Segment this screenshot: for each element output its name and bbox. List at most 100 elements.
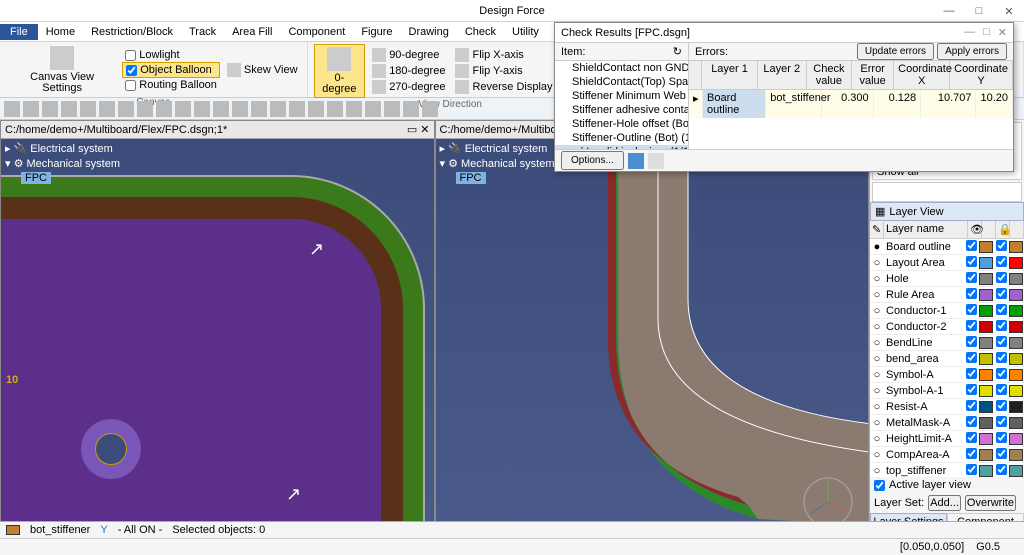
rot-icon [372, 80, 386, 94]
90-degree-button[interactable]: 90-degree [369, 47, 448, 63]
menu-figure[interactable]: Figure [353, 24, 400, 40]
tool-icon[interactable] [23, 101, 39, 117]
tool-icon[interactable] [99, 101, 115, 117]
tool-icon[interactable] [175, 101, 191, 117]
tool-icon[interactable] [422, 101, 438, 117]
layer-row[interactable]: ○Resist-A [870, 399, 1024, 415]
layer-row[interactable]: ○Symbol-A [870, 367, 1024, 383]
180-degree-button[interactable]: 180-degree [369, 63, 448, 79]
layer-swatch[interactable] [6, 525, 20, 535]
layer-row[interactable]: ○Conductor-2 [870, 319, 1024, 335]
routing-balloon-button[interactable]: Routing Balloon [122, 78, 220, 92]
overwrite-button[interactable]: Overwrite [965, 495, 1016, 511]
tree-fpc[interactable]: FPC [21, 172, 51, 184]
tool-icon[interactable] [327, 101, 343, 117]
eye-icon: 👁 [968, 221, 982, 238]
tool-icon[interactable] [403, 101, 419, 117]
menu-areafill[interactable]: Area Fill [224, 24, 280, 40]
rev-icon [455, 80, 469, 94]
menu-file[interactable]: File [0, 24, 38, 40]
layer-row[interactable]: ○top_stiffener [870, 463, 1024, 477]
apply-errors-button[interactable]: Apply errors [937, 43, 1007, 60]
layer-row[interactable]: ○HeightLimit-A [870, 431, 1024, 447]
layer-row[interactable]: ○bend_area [870, 351, 1024, 367]
tool-icon[interactable] [4, 101, 20, 117]
layer-toggle-icon[interactable] [648, 153, 664, 169]
viewport-left: C:/home/demo+/Multiboard/Flex/FPC.dsgn;1… [0, 120, 435, 543]
maximize-icon[interactable]: □ [983, 26, 990, 39]
app-title: Design Force [479, 5, 544, 17]
y-indicator: Y [100, 524, 107, 536]
0-degree-button[interactable]: 0-degree [314, 44, 366, 98]
layer-row[interactable]: ○BendLine [870, 335, 1024, 351]
layer-row[interactable]: ○Conductor-1 [870, 303, 1024, 319]
deg0-icon [327, 47, 351, 71]
tool-icon[interactable] [384, 101, 400, 117]
layer-row[interactable]: ○CompArea-A [870, 447, 1024, 463]
error-row[interactable]: ▸Board outlinebot_stiffener0.3000.12810.… [689, 90, 1013, 118]
layer-row[interactable]: ○Symbol-A-1 [870, 383, 1024, 399]
active-layer-checkbox[interactable] [874, 480, 885, 491]
menu-utility[interactable]: Utility [504, 24, 547, 40]
options-button[interactable]: Options... [561, 151, 624, 170]
tool-icon[interactable] [61, 101, 77, 117]
layer-table[interactable]: ✎Layer name👁🔒 ●Board outline○Layout Area… [870, 221, 1024, 477]
close-icon[interactable]: ✕ [998, 26, 1007, 39]
skew-view-button[interactable]: Skew View [224, 62, 301, 78]
viewport-controls[interactable]: ▭ ✕ [407, 123, 430, 136]
canvas-view-settings-button[interactable]: Canvas View Settings [6, 44, 118, 96]
flip-icon [455, 64, 469, 78]
layer-row[interactable]: ○Hole [870, 271, 1024, 287]
tool-icon[interactable] [270, 101, 286, 117]
design-tree[interactable]: ▸ 🔌 Electrical system ▾ ⚙ Mechanical sys… [3, 141, 122, 185]
object-balloon-button[interactable]: Object Balloon [122, 62, 220, 78]
tree-fpc[interactable]: FPC [456, 172, 486, 184]
add-button[interactable]: Add... [928, 495, 961, 511]
canvas-2d[interactable]: 10 10 11 ↗ ↗ [1, 139, 434, 542]
tool-icon[interactable] [289, 101, 305, 117]
maximize-icon[interactable]: □ [964, 0, 994, 22]
270-degree-button[interactable]: 270-degree [369, 79, 448, 95]
tool-icon[interactable] [156, 101, 172, 117]
update-errors-button[interactable]: Update errors [857, 43, 934, 60]
menu-track[interactable]: Track [181, 24, 224, 40]
pin-icon: ✎ [870, 221, 884, 238]
error-grid[interactable]: Layer 1Layer 2Check valueError valueCoor… [689, 61, 1013, 149]
arrow-icon: ↗ [286, 484, 301, 505]
tool-icon[interactable] [118, 101, 134, 117]
refresh-icon[interactable]: ↻ [673, 45, 682, 58]
tool-icon[interactable] [42, 101, 58, 117]
close-icon[interactable]: ✕ [994, 0, 1024, 22]
layers-icon: ▦ [875, 205, 885, 218]
design-tree[interactable]: ▸ 🔌 Electrical system ▾ ⚙ Mechanical sys… [438, 141, 557, 185]
minimize-icon[interactable]: — [934, 0, 964, 22]
menu-drawing[interactable]: Drawing [401, 24, 457, 40]
tool-icon[interactable] [365, 101, 381, 117]
tool-icon[interactable] [194, 101, 210, 117]
tool-icon[interactable] [308, 101, 324, 117]
menu-component[interactable]: Component [280, 24, 353, 40]
menu-home[interactable]: Home [38, 24, 83, 40]
minimize-icon[interactable]: — [964, 26, 975, 39]
layer-row[interactable]: ○Layout Area [870, 255, 1024, 271]
layer-toggle-icon[interactable] [628, 153, 644, 169]
layer-view-header[interactable]: ▦Layer View [870, 202, 1024, 221]
canvas-3d[interactable] [436, 139, 869, 542]
tool-icon[interactable] [137, 101, 153, 117]
layer-row[interactable]: ○MetalMask-A [870, 415, 1024, 431]
dim-label: 10 [6, 374, 18, 386]
layer-row[interactable]: ○Rule Area [870, 287, 1024, 303]
lowlight-button[interactable]: Lowlight [122, 48, 220, 62]
filter-input[interactable] [872, 182, 1022, 202]
skew-icon [227, 63, 241, 77]
tool-icon[interactable] [232, 101, 248, 117]
check-tree[interactable]: ShieldContact non GND (T... ShieldContac… [555, 61, 689, 149]
tool-icon[interactable] [346, 101, 362, 117]
tool-icon[interactable] [251, 101, 267, 117]
menu-restriction[interactable]: Restriction/Block [83, 24, 181, 40]
tool-icon[interactable] [80, 101, 96, 117]
layer-row[interactable]: ●Board outline [870, 239, 1024, 255]
menu-check[interactable]: Check [457, 24, 504, 40]
tool-icon[interactable] [213, 101, 229, 117]
gear-icon [50, 46, 74, 70]
